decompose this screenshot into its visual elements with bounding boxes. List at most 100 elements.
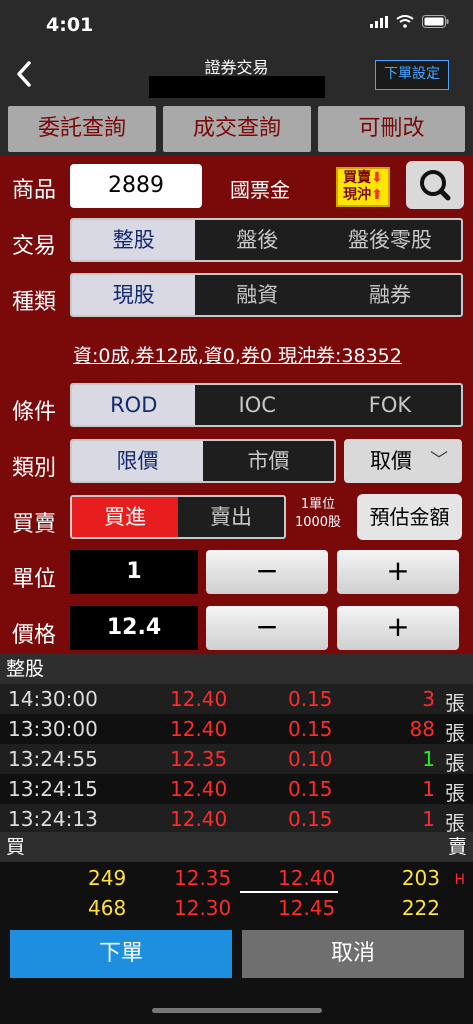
- tick-price: 12.35: [170, 747, 228, 771]
- price-type-label: 類別: [12, 456, 57, 481]
- kind-option-margin[interactable]: 融資: [195, 275, 318, 315]
- unit-decrement-button[interactable]: −: [206, 550, 328, 594]
- book-bid-price: 12.30: [174, 896, 232, 920]
- redacted-account: [149, 76, 325, 98]
- product-name: 國票金: [230, 178, 290, 202]
- order-book-header: 買 賣: [0, 832, 473, 862]
- tick-price: 12.40: [170, 777, 228, 801]
- last-price-underline: [240, 891, 338, 893]
- trade-option-regular[interactable]: 整股: [72, 220, 196, 260]
- wifi-icon: [396, 15, 414, 28]
- product-label: 商品: [12, 178, 57, 203]
- unit-note-line2: 1000股: [294, 515, 342, 530]
- condition-label: 條件: [12, 400, 57, 425]
- book-ask-price: 12.45: [278, 896, 336, 920]
- tick-time: 14:30:00: [8, 687, 98, 711]
- tick-change: 0.10: [288, 747, 333, 771]
- cancel-button[interactable]: 取消: [242, 930, 464, 978]
- order-form: 商品 2889 國票金 買賣⬇ 現沖⬆ 交易 整股 盤後 盤後零股 種類 現股 …: [0, 156, 473, 654]
- tick-time: 13:30:00: [8, 717, 98, 741]
- tick-row: 13:24:55 12.35 0.10 1 張: [0, 744, 473, 775]
- modifiable-query-button[interactable]: 可刪改: [318, 106, 465, 152]
- chevron-down-icon: ﹀: [430, 450, 448, 471]
- kind-segment: 現股 融資 融券: [70, 273, 463, 317]
- fill-query-button[interactable]: 成交查詢: [163, 106, 311, 152]
- tick-row: 13:24:15 12.40 0.15 1 張: [0, 774, 473, 805]
- tick-row: 13:24:13 12.40 0.15 1 張: [0, 804, 473, 835]
- unit-label: 單位: [12, 567, 57, 592]
- daytrade-badge-line2: 現沖: [343, 187, 372, 203]
- price-type-option-market[interactable]: 市價: [203, 441, 334, 481]
- side-label: 買賣: [12, 512, 57, 537]
- tick-qty: 1: [422, 777, 435, 801]
- condition-option-fok[interactable]: FOK: [319, 385, 461, 425]
- trade-label: 交易: [12, 234, 57, 259]
- estimate-amount-button[interactable]: 預估金額: [357, 494, 462, 540]
- tick-time: 13:24:13: [8, 807, 98, 831]
- query-bar: 委託查詢 成交查詢 可刪改: [0, 100, 473, 156]
- submit-order-button[interactable]: 下單: [10, 930, 232, 978]
- tick-unit: 張: [445, 691, 465, 715]
- signal-icon: [370, 15, 388, 28]
- book-sell-label: 賣: [447, 836, 467, 858]
- tick-price: 12.40: [170, 717, 228, 741]
- tick-change: 0.15: [288, 777, 333, 801]
- arrow-down-icon: ⬇: [371, 170, 383, 186]
- side-option-sell[interactable]: 賣出: [178, 497, 284, 537]
- price-mode-dropdown[interactable]: 取價 ﹀: [344, 439, 462, 483]
- tick-change: 0.15: [288, 687, 333, 711]
- trade-option-after-hours-odd[interactable]: 盤後零股: [319, 220, 461, 260]
- tick-price: 12.40: [170, 807, 228, 831]
- order-setting-button[interactable]: 下單設定: [375, 60, 449, 90]
- daytrade-toggle-button[interactable]: 買賣⬇ 現沖⬆: [336, 167, 390, 207]
- book-ask-qty: 222: [401, 896, 440, 920]
- home-indicator[interactable]: [152, 1008, 322, 1013]
- search-button[interactable]: [406, 161, 464, 209]
- tick-price: 12.40: [170, 687, 228, 711]
- trade-option-after-hours[interactable]: 盤後: [195, 220, 318, 260]
- condition-option-ioc[interactable]: IOC: [195, 385, 318, 425]
- unit-increment-button[interactable]: +: [337, 550, 459, 594]
- status-time: 4:01: [46, 14, 94, 36]
- daytrade-badge-line1: 買賣: [343, 170, 372, 186]
- book-ask-qty: 203: [401, 866, 440, 890]
- tick-qty: 88: [409, 717, 435, 741]
- book-row[interactable]: 249 12.35 12.40 203 H: [0, 864, 473, 894]
- tick-change: 0.15: [288, 717, 333, 741]
- condition-segment: ROD IOC FOK: [70, 383, 463, 427]
- price-increment-button[interactable]: +: [337, 606, 459, 650]
- tick-unit: 張: [445, 781, 465, 805]
- status-bar: 4:01: [0, 0, 473, 48]
- arrow-up-icon: ⬆: [371, 187, 383, 203]
- kind-option-cash[interactable]: 現股: [72, 275, 196, 315]
- unit-note-line1: 1單位: [300, 497, 336, 512]
- book-flag: H: [454, 872, 465, 888]
- order-book: 買 賣 249 12.35 12.40 203 H 468 12.30 12.45 222: [0, 832, 473, 922]
- trade-segment: 整股 盤後 盤後零股: [70, 218, 463, 262]
- book-row[interactable]: 468 12.30 12.45 222: [0, 894, 473, 924]
- unit-quantity-input[interactable]: 1: [70, 550, 198, 594]
- book-bid-qty: 468: [88, 896, 127, 920]
- ticks-header: 整股: [0, 654, 473, 684]
- condition-option-rod[interactable]: ROD: [72, 385, 196, 425]
- tick-time: 13:24:55: [8, 747, 98, 771]
- tick-unit: 張: [445, 751, 465, 775]
- price-type-option-limit[interactable]: 限價: [72, 441, 203, 481]
- order-query-button[interactable]: 委託查詢: [8, 106, 156, 152]
- side-option-buy[interactable]: 買進: [72, 497, 178, 537]
- bottom-bar: 下單 取消: [0, 922, 473, 1024]
- product-code-input[interactable]: 2889: [70, 164, 202, 208]
- margin-summary[interactable]: 資:0成,券12成,資0,券0 現沖券:38352: [73, 341, 402, 368]
- side-segment: 買進 賣出: [70, 495, 286, 539]
- status-icons: [370, 15, 449, 28]
- price-label: 價格: [12, 623, 57, 648]
- tick-change: 0.15: [288, 807, 333, 831]
- tick-row: 14:30:00 12.40 0.15 3 張: [0, 684, 473, 715]
- book-buy-label: 買: [6, 836, 26, 858]
- price-input[interactable]: 12.4: [70, 606, 198, 650]
- tick-qty: 1: [422, 747, 435, 771]
- price-mode-value: 取價: [370, 449, 412, 473]
- price-decrement-button[interactable]: −: [206, 606, 328, 650]
- kind-option-short[interactable]: 融券: [319, 275, 461, 315]
- book-ask-price: 12.40: [278, 866, 336, 890]
